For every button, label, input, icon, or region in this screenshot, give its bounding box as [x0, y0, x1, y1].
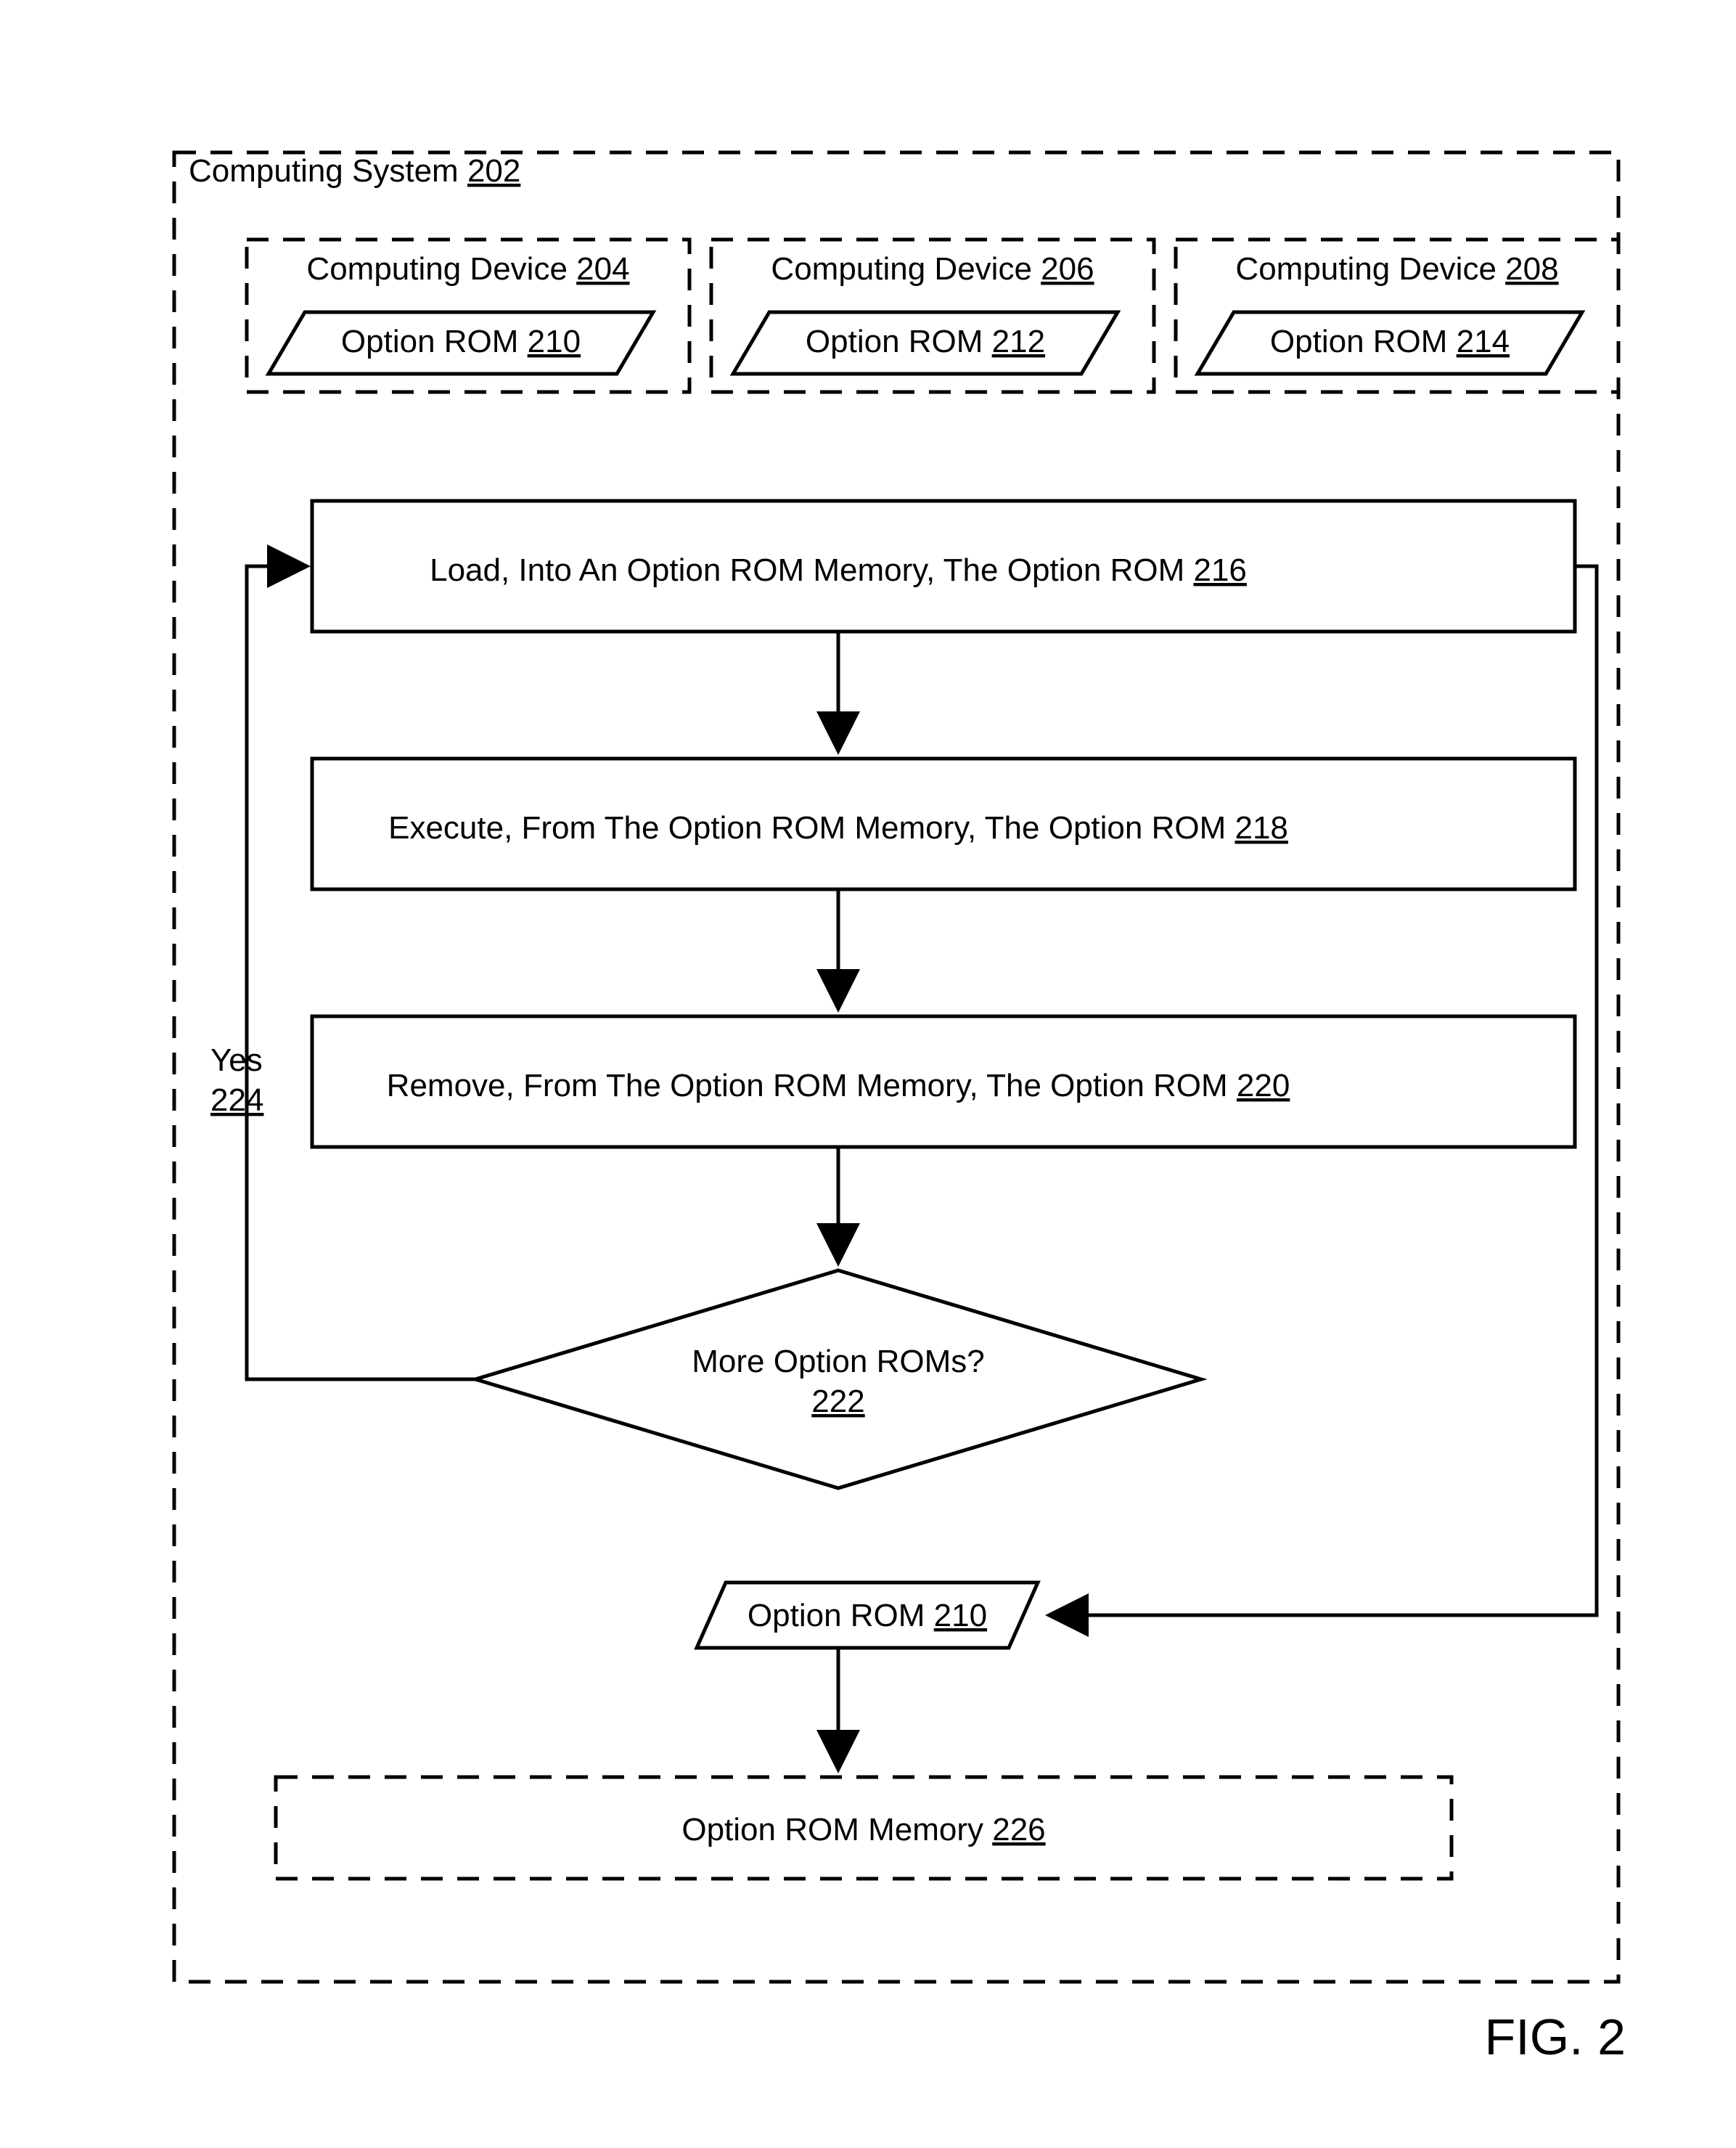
option-rom-210-label: Option ROM 210 — [341, 324, 581, 359]
computing-system-container — [174, 152, 1618, 1982]
option-rom-212-label: Option ROM 212 — [806, 324, 1045, 359]
option-rom-memory-label: Option ROM Memory 226 — [681, 1812, 1045, 1847]
computing-device-208-label: Computing Device 208 — [1235, 251, 1558, 287]
yes-ref: 224 — [210, 1082, 263, 1118]
option-rom-214-label: Option ROM 214 — [1270, 324, 1510, 359]
arrow-yes-loop — [247, 566, 475, 1379]
computing-system-label: Computing System 202 — [189, 153, 520, 189]
execute-step-label: Execute, From The Option ROM Memory, The… — [388, 810, 1288, 846]
yes-label: Yes — [210, 1042, 263, 1078]
decision-diamond — [475, 1270, 1201, 1488]
option-rom-output-label: Option ROM 210 — [748, 1598, 987, 1633]
computing-device-204-label: Computing Device 204 — [306, 251, 629, 287]
decision-text: More Option ROMs? — [692, 1344, 984, 1379]
remove-step-label: Remove, From The Option ROM Memory, The … — [387, 1068, 1290, 1103]
diagram-canvas: Computing System 202 Computing Device 20… — [0, 0, 1736, 2148]
computing-device-206-label: Computing Device 206 — [771, 251, 1094, 287]
figure-label: FIG. 2 — [1485, 2009, 1626, 2065]
decision-ref: 222 — [811, 1384, 864, 1419]
load-step-label: Load, Into An Option ROM Memory, The Opt… — [430, 552, 1247, 588]
